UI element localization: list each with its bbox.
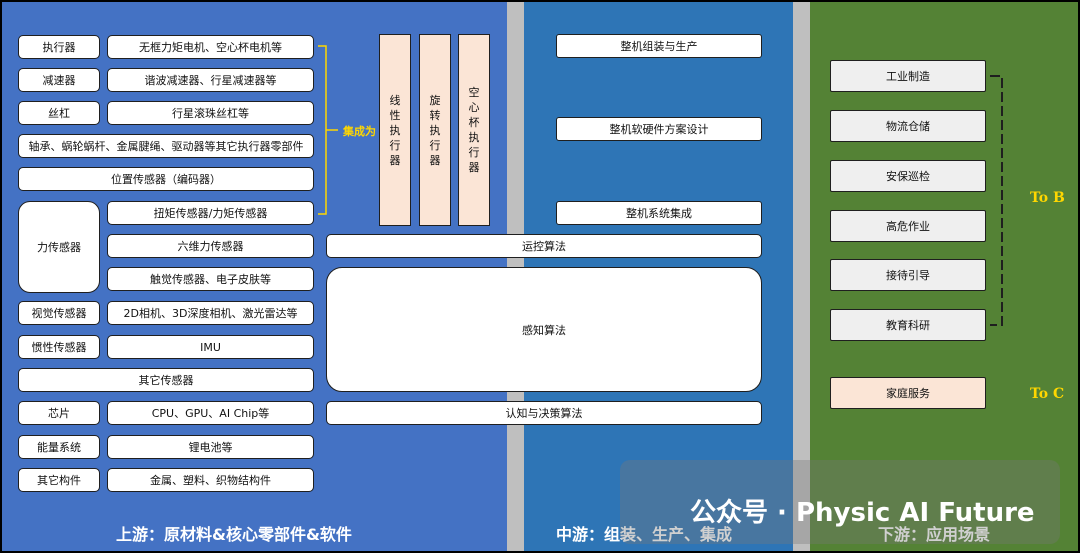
to-b-label: To B	[1030, 190, 1065, 206]
perception-algorithm: 感知算法	[326, 267, 762, 392]
motion-control-algorithm: 运控算法	[326, 234, 762, 258]
app-hazardous: 高危作业	[830, 210, 986, 242]
app-reception: 接待引导	[830, 259, 986, 291]
actuator-coreless: 空心杯执行器	[458, 34, 490, 226]
actuator-linear: 线性执行器	[379, 34, 411, 226]
app-education: 教育科研	[830, 309, 986, 341]
mid-assembly: 整机组装与生产	[556, 34, 762, 58]
watermark-text: 公众号 · Physic AI Future	[690, 498, 1035, 528]
integrate-label: 集成为	[343, 125, 376, 138]
app-home: 家庭服务	[830, 377, 986, 409]
to-c-label: To C	[1030, 386, 1065, 402]
mid-design: 整机软硬件方案设计	[556, 117, 762, 141]
actuator-rotary: 旋转执行器	[419, 34, 451, 226]
upstream-footer: 上游：原材料&核心零部件&软件	[116, 525, 352, 544]
mid-integration: 整机系统集成	[556, 201, 762, 225]
app-security: 安保巡检	[830, 160, 986, 192]
app-logistics: 物流仓储	[830, 110, 986, 142]
decision-algorithm: 认知与决策算法	[326, 401, 762, 425]
app-industrial: 工业制造	[830, 60, 986, 92]
